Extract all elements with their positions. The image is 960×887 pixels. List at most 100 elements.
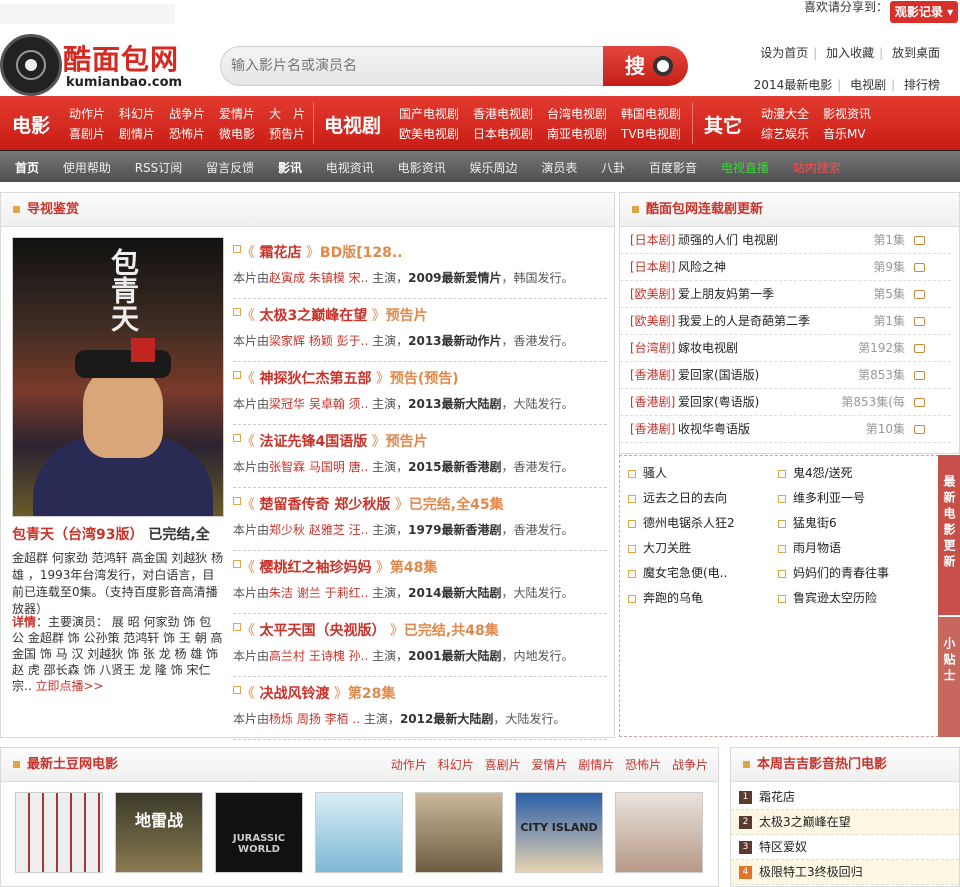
nav-item[interactable]: 大 片 [269,105,305,123]
series-name[interactable]: 顽强的人们 电视剧 [678,227,778,254]
nav-item[interactable]: 欧美电视剧 [399,125,459,143]
search-input[interactable] [221,47,591,85]
series-name[interactable]: 爱回家(国语版) [678,362,759,389]
nav-item[interactable]: 预告片 [269,125,305,143]
nav-item[interactable]: 微电影 [219,125,255,143]
nav-item[interactable]: 爱情片 [219,105,255,123]
guide-item-title[interactable]: 《 楚留香传奇 郑少秋版 》已完结,全45集 [241,494,504,514]
search-button[interactable]: 搜 [603,46,688,86]
movie-thumb[interactable] [315,792,403,873]
new-movie-item[interactable]: 维多利亚一号 [778,489,928,507]
gnav-live-tv[interactable]: 电视直播 [721,161,769,175]
series-row[interactable]: [日本剧] 风险之神 第9集 [620,254,951,281]
tab-scifi[interactable]: 科幻片 [438,758,474,772]
gnav-tv-news[interactable]: 电视资讯 [326,161,374,175]
nav-item[interactable]: 国产电视剧 [399,105,459,123]
series-row[interactable]: [日本剧] 顽强的人们 电视剧 第1集 [620,227,951,254]
series-name[interactable]: 爱回家(粤语版) [678,389,759,416]
play-now-link[interactable]: 立即点播>> [35,679,103,693]
gnav-home[interactable]: 首页 [15,161,39,175]
series-name[interactable]: 风险之神 [678,254,726,281]
guide-item-title[interactable]: 《 太平天国（央视版） 》已完结,共48集 [241,620,499,640]
nav-item[interactable]: 音乐MV [823,125,871,143]
guide-item-title[interactable]: 《 法证先锋4国语版 》预告片 [241,431,428,451]
gnav-cast[interactable]: 演员表 [541,161,577,175]
tab-drama[interactable]: 剧情片 [578,758,614,772]
new-movie-item[interactable]: 妈妈们的青春往事 [778,564,928,582]
gnav-movie-news[interactable]: 电影资讯 [398,161,446,175]
gnav-gossip[interactable]: 八卦 [601,161,625,175]
series-name[interactable]: 爱上朋友妈第一季 [678,281,774,308]
nav-item[interactable]: 日本电视剧 [473,125,533,143]
movie-thumb[interactable]: 地雷战 [115,792,203,873]
guide-item-title[interactable]: 《 决战风铃渡 》第28集 [241,683,395,703]
nav-item[interactable]: 动作片 [69,105,105,123]
tab-comedy[interactable]: 喜剧片 [485,758,521,772]
hot-movie-item[interactable]: 3 特区爱奴 [731,835,959,860]
new-movie-item[interactable]: 魔女宅急便(电.. [628,564,778,582]
site-logo-title[interactable]: 酷面包网 [63,38,179,78]
ranking-link[interactable]: 排行榜 [904,78,940,92]
nav-other[interactable]: 其它 [704,111,742,138]
nav-item[interactable]: 动漫大全 [761,105,809,123]
nav-item[interactable]: 恐怖片 [169,125,205,143]
save-desktop-link[interactable]: 放到桌面 [892,46,940,60]
movie-thumb[interactable]: CITY ISLAND [515,792,603,873]
nav-tv[interactable]: 电视剧 [324,111,381,138]
series-name[interactable]: 嫁妆电视剧 [678,335,738,362]
movie-thumb[interactable] [415,792,503,873]
new-movie-item[interactable]: 鬼4怨/送死 [778,464,928,482]
gnav-help[interactable]: 使用帮助 [63,161,111,175]
new-movie-item[interactable]: 大刀关胜 [628,539,778,557]
series-row[interactable]: [香港剧] 收视华粤语版 第10集 [620,416,951,443]
new-movie-item[interactable]: 德州电锯杀人狂2 [628,514,778,532]
movie-thumb[interactable]: JURASSIC WORLD [215,792,303,873]
gnav-feedback[interactable]: 留言反馈 [206,161,254,175]
new-movie-item[interactable]: 奔跑的乌龟 [628,589,778,607]
gnav-news[interactable]: 影讯 [278,161,302,175]
series-row[interactable]: [欧美剧] 我爱上的人是奇葩第二季 第1集 [620,308,951,335]
nav-item[interactable]: 战争片 [169,105,205,123]
nav-item[interactable]: 剧情片 [119,125,155,143]
gnav-site-search[interactable]: 站内搜索 [793,161,841,175]
series-row[interactable]: [欧美剧] 爱上朋友妈第一季 第5集 [620,281,951,308]
series-name[interactable]: 收视华粤语版 [678,416,750,443]
hot-movie-item[interactable]: 1 霜花店 [731,785,959,810]
guide-item-title[interactable]: 《 神探狄仁杰第五部 》预告(预告) [241,368,459,388]
tab-romance[interactable]: 爱情片 [531,758,567,772]
guide-item-title[interactable]: 《 樱桃红之袖珍妈妈 》第48集 [241,557,437,577]
nav-item[interactable]: 科幻片 [119,105,155,123]
featured-poster[interactable]: 包青天 [12,237,224,517]
tv-series-link[interactable]: 电视剧 [850,78,886,92]
nav-item[interactable]: 香港电视剧 [473,105,533,123]
new-movie-item[interactable]: 猛鬼街6 [778,514,928,532]
gnav-rss[interactable]: RSS订阅 [135,161,183,175]
new-movie-item[interactable]: 远去之日的去向 [628,489,778,507]
gnav-baidu-player[interactable]: 百度影音 [649,161,697,175]
tab-action[interactable]: 动作片 [391,758,427,772]
tab-war[interactable]: 战争片 [672,758,708,772]
movie-thumb[interactable] [15,792,103,873]
tab-latest-movies[interactable]: 最新电影更新 [938,455,960,615]
tab-horror[interactable]: 恐怖片 [625,758,661,772]
series-name[interactable]: 我爱上的人是奇葩第二季 [678,308,810,335]
gnav-entertainment[interactable]: 娱乐周边 [469,161,517,175]
guide-item-title[interactable]: 《 霜花店 》BD版[128.. [241,242,402,262]
nav-item[interactable]: 韩国电视剧 [621,105,681,123]
new-movie-item[interactable]: 雨月物语 [778,539,928,557]
watch-history-button[interactable]: 观影记录 ▾ [890,1,958,23]
nav-item[interactable]: 台湾电视剧 [547,105,607,123]
nav-item[interactable]: 喜剧片 [69,125,105,143]
series-row[interactable]: [香港剧] 爱回家(国语版) 第853集 [620,362,951,389]
set-homepage-link[interactable]: 设为首页 [760,46,808,60]
nav-item[interactable]: TVB电视剧 [621,125,681,143]
guide-item-title[interactable]: 《 太极3之巅峰在望 》预告片 [241,305,428,325]
nav-item[interactable]: 南亚电视剧 [547,125,607,143]
latest-movies-link[interactable]: 2014最新电影 [754,78,833,92]
nav-movie[interactable]: 电影 [12,111,50,138]
film-reel-logo-icon[interactable] [0,34,62,96]
nav-item[interactable]: 综艺娱乐 [761,125,809,143]
tab-tips[interactable]: 小贴士 [938,617,960,737]
new-movie-item[interactable]: 骚人 [628,464,778,482]
featured-title[interactable]: 包青天（台湾93版） 已完结,全 [12,524,210,544]
